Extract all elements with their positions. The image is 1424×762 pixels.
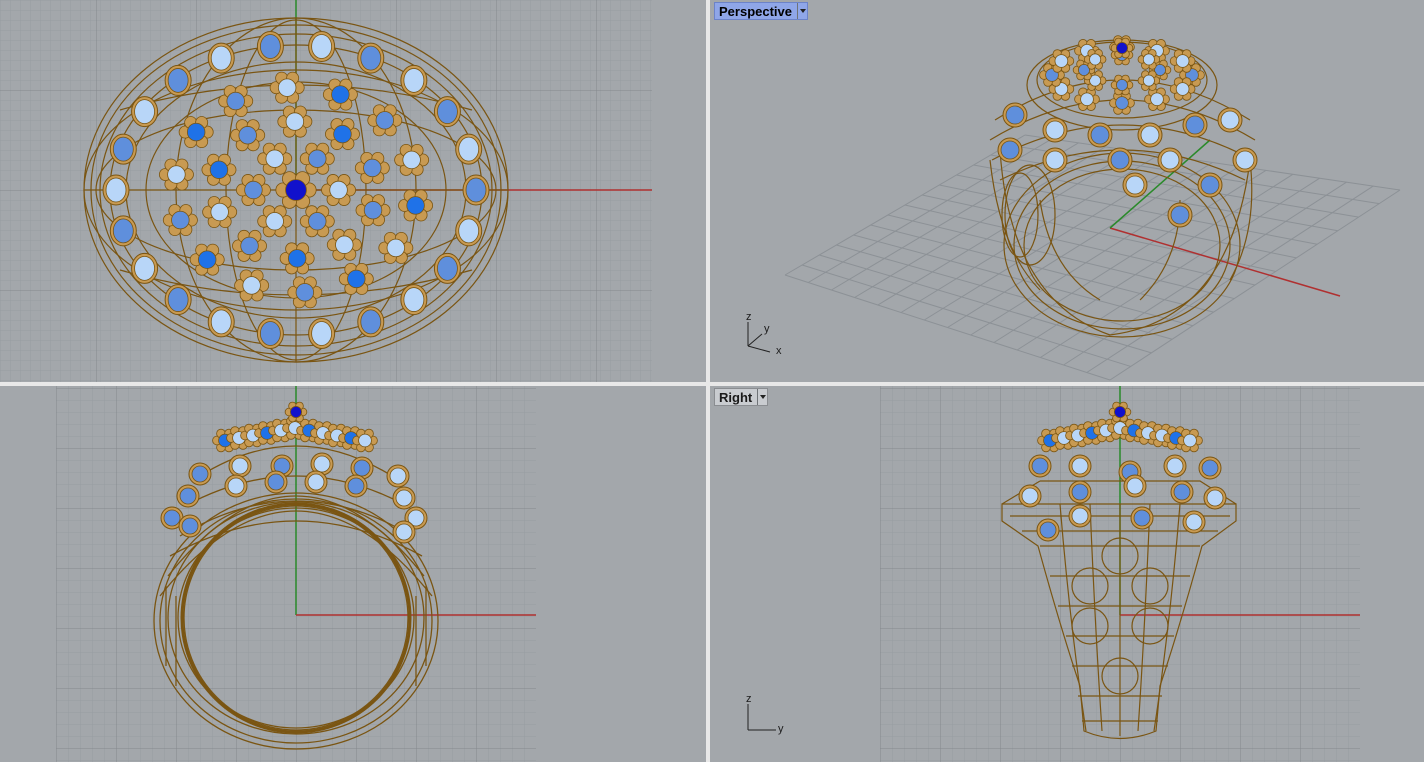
front-view-canvas[interactable]	[0, 386, 706, 762]
svg-text:y: y	[778, 723, 784, 735]
top-view-canvas[interactable]	[0, 0, 706, 382]
viewport-label-perspective[interactable]: Perspective	[714, 2, 808, 20]
svg-text:x: x	[776, 345, 782, 357]
svg-text:y: y	[764, 323, 770, 335]
viewport-right[interactable]: Right z y	[710, 386, 1424, 762]
axis-indicator-icon: z y	[746, 693, 784, 735]
viewport-title: Right	[719, 389, 753, 405]
right-view-canvas[interactable]	[710, 386, 1424, 762]
dropdown-arrow-icon[interactable]	[757, 389, 767, 405]
svg-text:z: z	[746, 693, 752, 705]
dropdown-arrow-icon[interactable]	[797, 3, 807, 19]
viewport-top[interactable]	[0, 0, 706, 382]
axis-indicator-icon: z y x	[746, 311, 782, 357]
perspective-grid	[784, 134, 1401, 381]
viewport-label-right[interactable]: Right	[714, 388, 769, 406]
perspective-canvas[interactable]	[710, 0, 1424, 382]
viewport-perspective[interactable]: Perspective z y x	[710, 0, 1424, 382]
viewport-title: Perspective	[719, 3, 792, 19]
svg-text:z: z	[746, 311, 752, 323]
viewport-front[interactable]	[0, 386, 706, 762]
